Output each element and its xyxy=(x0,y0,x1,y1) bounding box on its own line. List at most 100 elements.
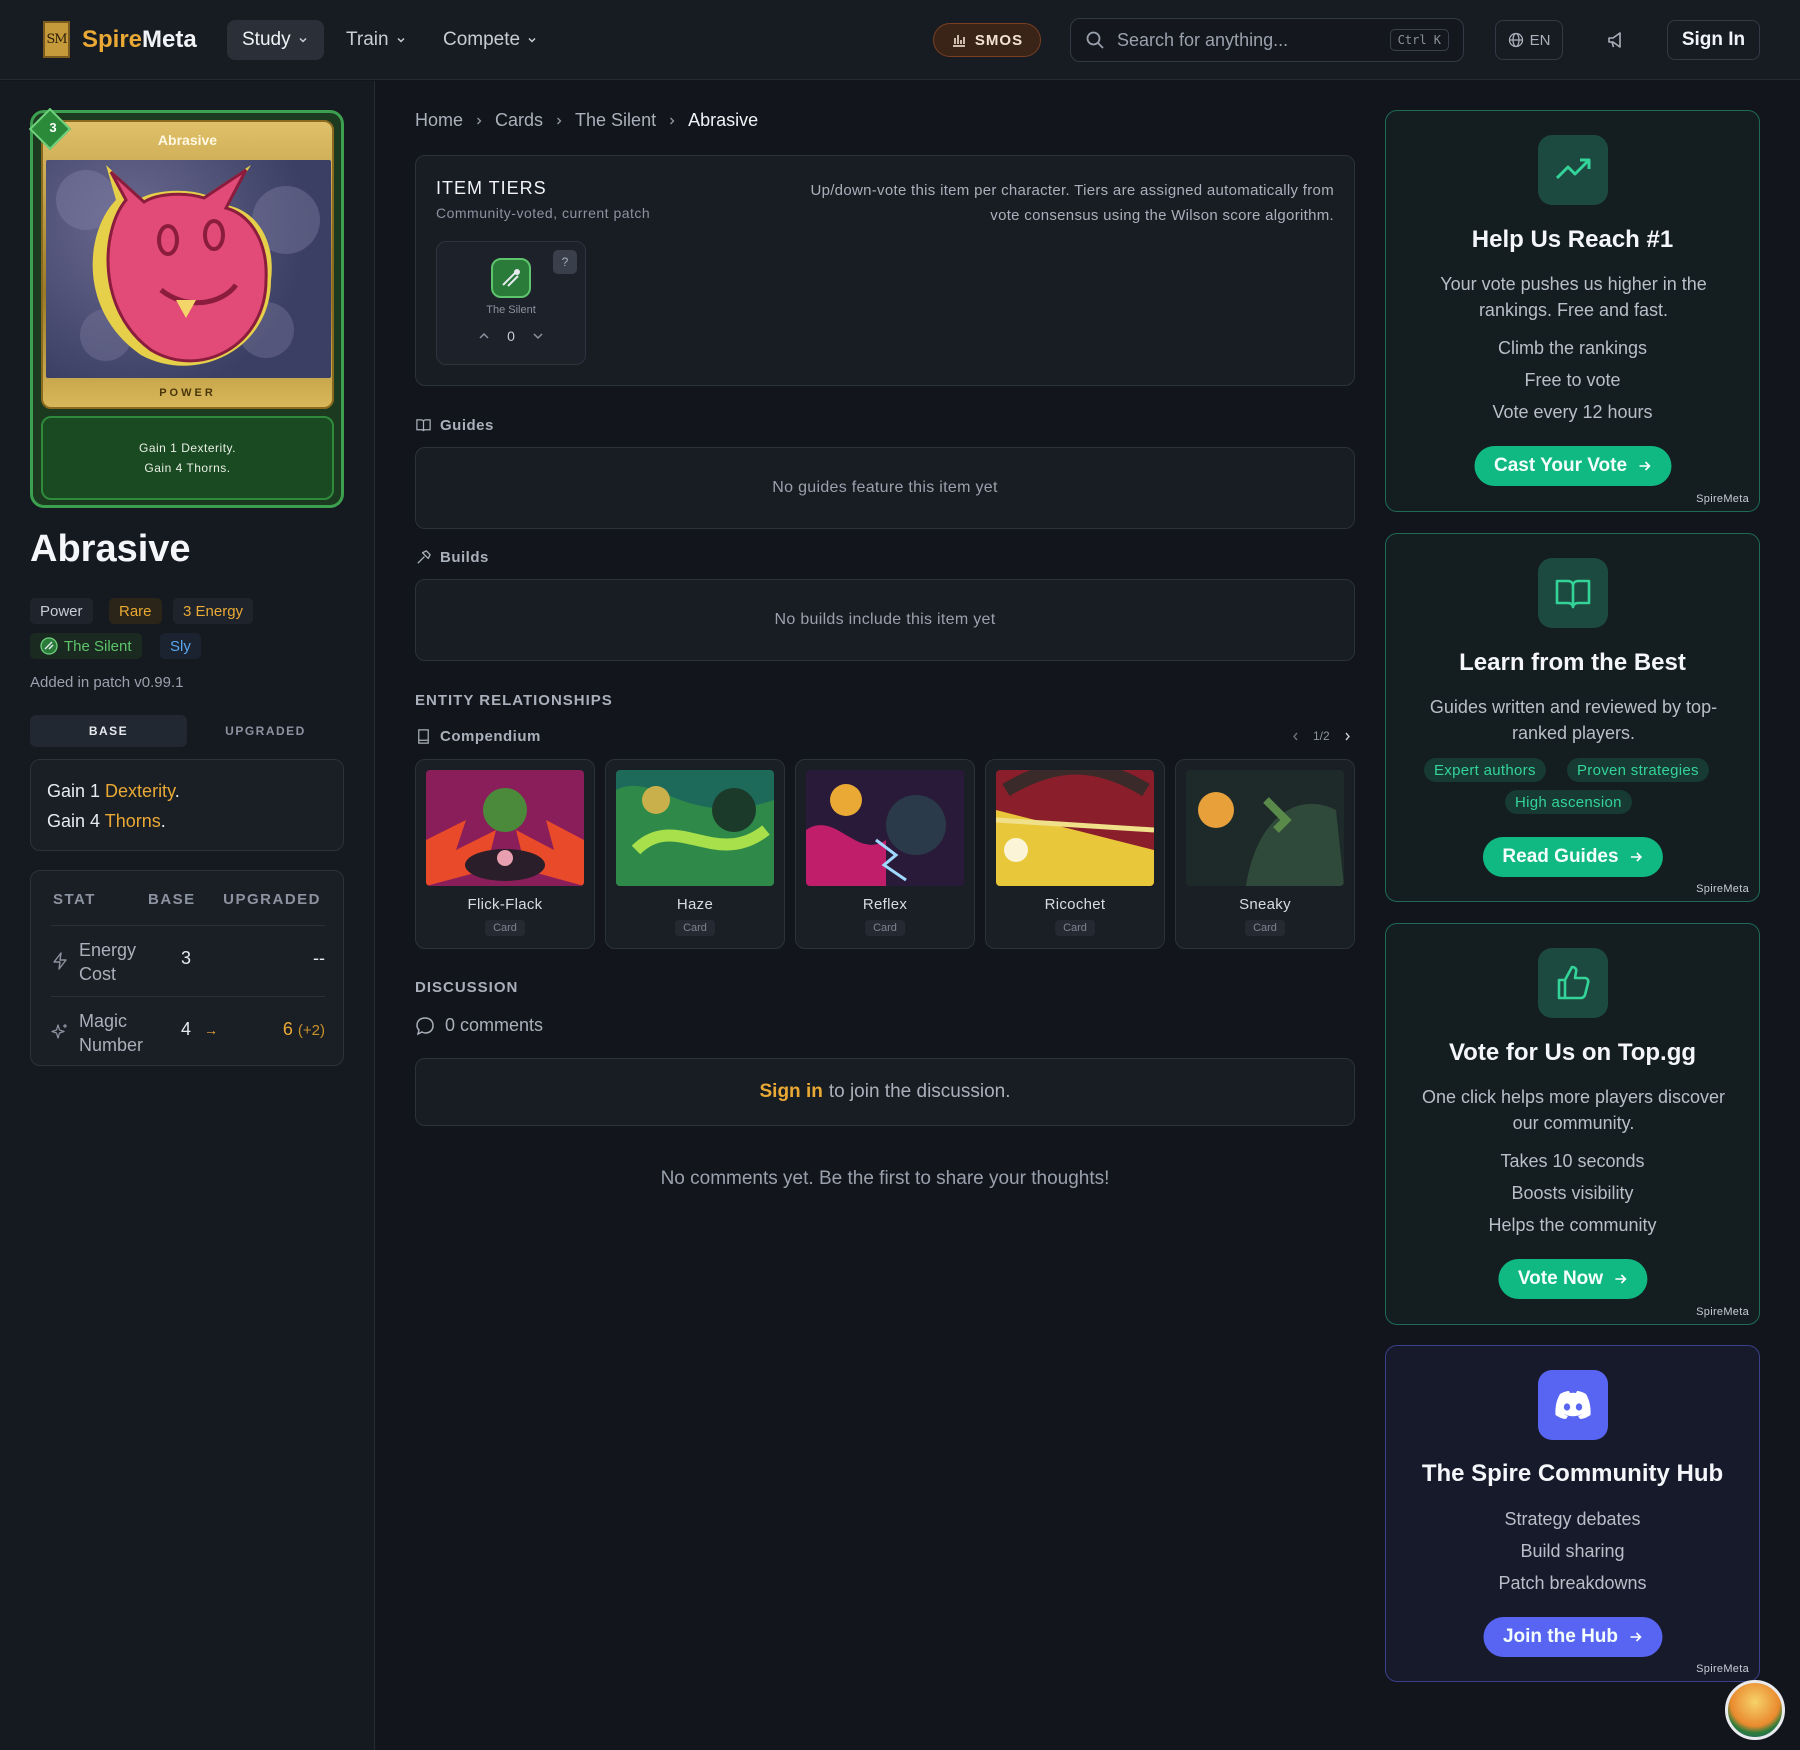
guides-label: Guides xyxy=(440,417,494,434)
promo-card-topgg: Vote for Us on Top.gg One click helps mo… xyxy=(1385,923,1760,1325)
search-bar[interactable]: Search for anything... Ctrl K xyxy=(1070,18,1464,62)
promo-feature: Strategy debates xyxy=(1504,1509,1641,1529)
card-type-banner: POWER xyxy=(159,387,216,399)
sign-in-button[interactable]: Sign In xyxy=(1667,20,1760,60)
promo-feature: Build sharing xyxy=(1520,1541,1625,1561)
guides-empty-message: No guides feature this item yet xyxy=(772,479,998,496)
silent-character-icon xyxy=(40,637,58,655)
promo-feature: Helps the community xyxy=(1488,1215,1657,1235)
keyword-thorns[interactable]: Thorns xyxy=(105,811,161,831)
related-card-type: Card xyxy=(485,920,525,936)
stat-base-number: 4 xyxy=(181,1019,192,1039)
brand-link[interactable]: SM SpireMeta xyxy=(43,21,197,58)
arrow-right-icon xyxy=(1630,1632,1642,1642)
vote-now-button[interactable]: Vote Now xyxy=(1497,1259,1648,1299)
related-card[interactable]: Sneaky Card xyxy=(1175,759,1355,949)
related-card-image xyxy=(616,770,774,886)
breadcrumb-character[interactable]: The Silent xyxy=(575,110,656,131)
type-badge: Power xyxy=(30,598,93,624)
promo-footer: SpireMeta xyxy=(1696,1663,1749,1675)
promo-footer: SpireMeta xyxy=(1696,493,1749,505)
promo-description: Your vote pushes us higher in the rankin… xyxy=(1440,274,1707,320)
rarity-badge-label: Rare xyxy=(119,602,152,620)
nav-compete[interactable]: Compete xyxy=(428,20,553,60)
promo-card-ranking: Help Us Reach #1 Your vote pushes us hig… xyxy=(1385,110,1760,512)
promo-icon-box xyxy=(1538,948,1608,1018)
breadcrumb: Home Cards The Silent Abrasive xyxy=(415,110,758,131)
desc-text: . xyxy=(160,811,166,831)
promo-title: Help Us Reach #1 xyxy=(1471,226,1674,253)
cast-vote-button[interactable]: Cast Your Vote xyxy=(1473,446,1672,486)
card-art-image xyxy=(806,770,964,886)
promo-chip: High ascension xyxy=(1505,790,1632,814)
keyword-badge[interactable]: Sly xyxy=(160,633,201,659)
card-frame: Abrasive POWER xyxy=(41,120,334,409)
base-upgraded-toggle: BASE UPGRADED xyxy=(30,715,344,747)
promo-icon-box xyxy=(1538,135,1608,205)
globe-icon xyxy=(1508,32,1523,48)
related-card-type: Card xyxy=(675,920,715,936)
search-input[interactable]: Search for anything... xyxy=(1117,30,1378,51)
brand-name-part-2: Meta xyxy=(142,25,197,53)
card-render: Abrasive POWER Gain 1 Dexterity. Gain 4 … xyxy=(28,107,344,508)
promo-footer: SpireMeta xyxy=(1696,1306,1749,1318)
description-line-2: Gain 4 Thorns. xyxy=(47,806,327,836)
chevron-right-icon[interactable] xyxy=(1342,731,1353,742)
nav-study-label: Study xyxy=(242,29,291,50)
character-tier-card: ? The Silent 0 xyxy=(436,241,586,365)
downvote-chevron-icon[interactable] xyxy=(531,329,545,343)
sign-in-link[interactable]: Sign in xyxy=(760,1081,823,1103)
floating-avatar-button[interactable] xyxy=(1725,1680,1785,1740)
keyword-dexterity[interactable]: Dexterity xyxy=(105,781,175,801)
card-render-title: Abrasive xyxy=(157,132,218,148)
search-icon xyxy=(1086,31,1104,49)
compendium-label: Compendium xyxy=(440,728,541,745)
card-render-desc-line: Gain 1 Dexterity. xyxy=(139,441,236,455)
card-art-image xyxy=(616,770,774,886)
sign-in-rest: to join the discussion. xyxy=(828,1081,1011,1102)
promo-icon-box xyxy=(1538,558,1608,628)
desc-text: Gain 1 xyxy=(47,781,106,801)
arrow-right-icon xyxy=(1615,1274,1627,1284)
upvote-chevron-icon[interactable] xyxy=(477,329,491,343)
breadcrumb-current: Abrasive xyxy=(688,110,759,130)
language-selector[interactable]: EN xyxy=(1495,20,1563,60)
tier-vote-control: 0 xyxy=(437,328,585,344)
tier-help-button[interactable]: ? xyxy=(553,250,577,274)
card-render-desc-line: Gain 4 Thorns. xyxy=(144,461,231,475)
breadcrumb-cards[interactable]: Cards xyxy=(495,110,543,131)
promo-card-guides: Learn from the Best Guides written and r… xyxy=(1385,533,1760,902)
item-tiers-info-line: vote consensus using the Wilson score al… xyxy=(990,207,1334,224)
read-guides-button[interactable]: Read Guides xyxy=(1482,837,1663,877)
nav-study[interactable]: Study xyxy=(227,20,324,60)
promo-title: The Spire Community Hub xyxy=(1421,1460,1724,1487)
tab-base[interactable]: BASE xyxy=(30,715,187,747)
promo-footer: SpireMeta xyxy=(1696,883,1749,895)
chevron-left-icon[interactable] xyxy=(1290,731,1301,742)
related-card-image xyxy=(996,770,1154,886)
breadcrumb-home[interactable]: Home xyxy=(415,110,463,131)
chevron-down-icon xyxy=(397,37,405,43)
tab-upgraded[interactable]: UPGRADED xyxy=(187,715,344,747)
cast-vote-label: Cast Your Vote xyxy=(1493,455,1628,476)
promo-description: One click helps more players discover ou… xyxy=(1421,1087,1726,1133)
related-card[interactable]: Flick-Flack Card xyxy=(415,759,595,949)
related-card[interactable]: Ricochet Card xyxy=(985,759,1165,949)
no-comments-message: No comments yet. Be the first to share y… xyxy=(660,1168,1110,1189)
card-artwork xyxy=(46,160,331,378)
join-hub-button[interactable]: Join the Hub xyxy=(1482,1617,1663,1657)
book-closed-icon xyxy=(418,729,429,744)
promo-feature: Boosts visibility xyxy=(1511,1183,1634,1203)
megaphone-icon[interactable] xyxy=(1605,29,1627,51)
character-badge[interactable]: The Silent xyxy=(30,633,142,659)
patch-added-text: Added in patch v0.99.1 xyxy=(30,674,184,691)
table-row: Magic Number 4 → 6 (+2) xyxy=(51,996,325,1066)
nav-train[interactable]: Train xyxy=(331,20,422,60)
promo-feature: Climb the rankings xyxy=(1497,338,1648,358)
related-card[interactable]: Reflex Card xyxy=(795,759,975,949)
stat-name: Magic Number xyxy=(79,1011,144,1055)
stat-name: Energy Cost xyxy=(79,940,137,984)
related-card[interactable]: Haze Card xyxy=(605,759,785,949)
smos-button[interactable]: SMOS xyxy=(933,23,1041,57)
promo-feature: Vote every 12 hours xyxy=(1492,402,1653,422)
